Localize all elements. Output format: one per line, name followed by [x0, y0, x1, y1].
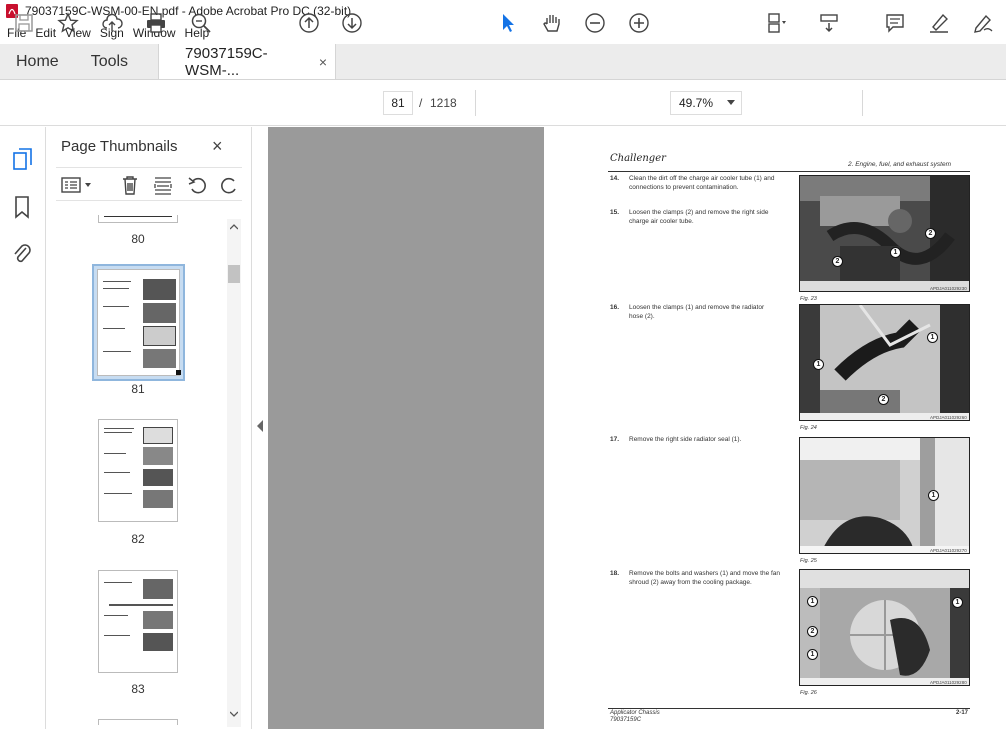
toolbar-divider — [475, 90, 476, 116]
panel-collapse-strip — [252, 127, 268, 729]
left-rail — [0, 127, 46, 729]
pdf-footer-page: 2-17 — [956, 710, 969, 716]
pdf-footer-rule — [608, 708, 970, 709]
save-icon[interactable] — [12, 11, 36, 35]
rotate-counterclockwise-icon[interactable] — [187, 175, 207, 200]
page-total: 1218 — [430, 96, 457, 110]
page-number-input[interactable]: 81 — [383, 91, 413, 115]
bookmarks-icon[interactable] — [13, 195, 31, 224]
rotate-clockwise-icon[interactable] — [220, 175, 238, 200]
scroll-mode-icon[interactable] — [817, 11, 841, 35]
tab-tools[interactable]: Tools — [75, 44, 144, 79]
pdf-figure-id: APDJA011029280 — [930, 680, 967, 685]
zoom-out-icon[interactable] — [583, 11, 607, 35]
pdf-figure-caption: Fig. 25 — [800, 558, 817, 564]
thumbnail-page-80[interactable] — [98, 215, 178, 223]
pdf-footer-title: Applicator Chassis — [610, 710, 660, 716]
pdf-step-number: 15. — [610, 209, 620, 216]
page-display-icon[interactable] — [764, 11, 788, 35]
pdf-step-text: Remove the right side radiator seal (1). — [629, 436, 742, 443]
thumbnail-page-84[interactable] — [98, 719, 178, 725]
thumbnail-page-82[interactable] — [98, 419, 178, 522]
tab-document-label: 79037159C-WSM-... — [185, 44, 268, 79]
pdf-footer-part-number: 79037159C — [610, 717, 642, 723]
pdf-figure-caption: Fig. 26 — [800, 690, 817, 696]
panel-title: Page Thumbnails — [61, 138, 178, 155]
pdf-step-text: Clean the dirt off the charge air cooler… — [629, 175, 775, 191]
pdf-step-number: 16. — [610, 304, 620, 311]
document-canvas — [268, 127, 544, 729]
delete-icon[interactable] — [120, 175, 140, 200]
next-page-icon[interactable] — [340, 11, 364, 35]
thumbnail-list: 80 81 82 83 — [56, 215, 228, 725]
pdf-figure-image: 1 APDJA011029270 — [799, 437, 970, 554]
thumbnail-page-81[interactable] — [97, 269, 181, 376]
attachments-icon[interactable] — [12, 240, 32, 271]
pdf-figure-image: 1 1 2 APDJA011029260 — [799, 304, 970, 421]
close-panel-icon[interactable]: × — [212, 136, 223, 157]
hand-tool-icon[interactable] — [540, 11, 564, 35]
panel-toolbar — [56, 167, 242, 201]
pdf-step-number: 17. — [610, 436, 620, 443]
bookmark-star-icon[interactable] — [56, 11, 80, 35]
highlight-pen-icon[interactable] — [927, 11, 951, 35]
comment-icon[interactable] — [883, 11, 907, 35]
close-tab-icon[interactable]: × — [319, 54, 327, 70]
zoom-in-icon[interactable] — [627, 11, 651, 35]
page-thumbnails-panel: Page Thumbnails × 80 81 82 83 — [46, 127, 252, 729]
collapse-panel-icon[interactable] — [256, 420, 264, 432]
pdf-section-title: 2. Engine, fuel, and exhaust system — [848, 161, 951, 168]
pdf-step-number: 18. — [610, 570, 620, 577]
pdf-brand-logo: Challenger — [610, 153, 666, 164]
insert-pages-icon[interactable] — [153, 175, 173, 200]
draw-sign-icon[interactable] — [971, 11, 995, 35]
thumbnail-scrollbar[interactable] — [227, 219, 241, 727]
upload-cloud-icon[interactable] — [100, 11, 124, 35]
chevron-down-icon — [727, 100, 735, 105]
tab-home[interactable]: Home — [0, 44, 75, 79]
pdf-figure-id: APDJA011029230 — [930, 286, 967, 291]
print-icon[interactable] — [144, 11, 168, 35]
zoom-level-value: 49.7% — [679, 96, 714, 110]
thumbnail-label-81: 81 — [131, 382, 145, 396]
pdf-figure-id: APDJA011029270 — [930, 548, 967, 553]
menu-edit[interactable]: Edit — [35, 26, 56, 40]
page-thumbnails-icon[interactable] — [12, 147, 34, 176]
select-cursor-icon[interactable] — [496, 11, 520, 35]
pdf-figure-image: 1 2 2 APDJA011029230 — [799, 175, 970, 292]
pdf-page: Challenger 2. Engine, fuel, and exhaust … — [544, 127, 1006, 729]
thumbnail-page-83[interactable] — [98, 570, 178, 673]
pdf-step-text: Loosen the clamps (1) and remove the rad… — [629, 304, 765, 320]
toolbar-divider — [862, 90, 863, 116]
thumbnail-label-82: 82 — [131, 532, 145, 546]
zoom-level-dropdown[interactable]: 49.7% — [670, 91, 742, 115]
pdf-header-rule — [608, 171, 970, 172]
scroll-down-icon[interactable] — [230, 711, 238, 717]
previous-page-icon[interactable] — [297, 11, 321, 35]
tab-bar: Home Tools 79037159C-WSM-... × — [0, 44, 1006, 80]
thumbnail-label-80: 80 — [131, 232, 145, 246]
pdf-figure-caption: Fig. 24 — [800, 425, 817, 431]
pdf-step-text: Loosen the clamps (2) and remove the rig… — [629, 209, 769, 225]
toolbar — [0, 80, 1006, 126]
thumbnail-label-83: 83 — [131, 682, 145, 696]
page-separator: / — [419, 96, 423, 110]
scroll-up-icon[interactable] — [230, 224, 238, 230]
pdf-figure-caption: Fig. 23 — [800, 296, 817, 302]
pdf-figure-image: 1 1 2 1 APDJA011029280 — [799, 569, 970, 686]
pdf-figure-id: APDJA011029260 — [930, 415, 967, 420]
scrollbar-thumb[interactable] — [228, 265, 240, 283]
zoom-search-icon[interactable] — [189, 11, 213, 35]
tab-document[interactable]: 79037159C-WSM-... × — [158, 44, 337, 79]
pdf-step-text: Remove the bolts and washers (1) and mov… — [629, 570, 781, 586]
pdf-step-number: 14. — [610, 175, 620, 182]
thumbnail-options-icon[interactable] — [61, 176, 95, 199]
